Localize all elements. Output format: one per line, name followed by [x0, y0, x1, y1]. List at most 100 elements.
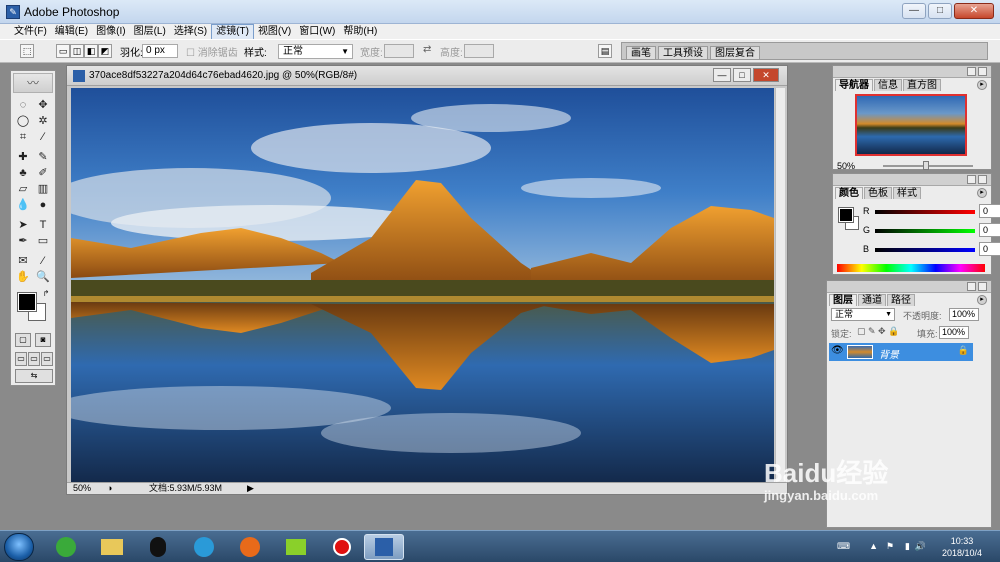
minimize-button[interactable]: — — [902, 3, 926, 19]
menu-layer[interactable]: 图层(L) — [130, 25, 170, 39]
healing-brush-icon[interactable]: ✚ — [15, 149, 31, 165]
pen-tool-icon[interactable]: ✒ — [15, 233, 31, 249]
app-360-icon[interactable] — [46, 534, 86, 560]
green-value[interactable]: 0 — [979, 223, 1000, 237]
image-canvas[interactable] — [71, 88, 774, 483]
notes-tool-icon[interactable]: ✉ — [15, 253, 31, 269]
video-app-icon[interactable] — [276, 534, 316, 560]
menu-select[interactable]: 选择(S) — [170, 25, 211, 39]
navigator-zoom[interactable]: 50% — [837, 161, 855, 171]
panel-close-icon[interactable] — [978, 282, 987, 291]
width-input[interactable] — [384, 44, 414, 58]
tab-info[interactable]: 信息 — [874, 79, 902, 91]
brush-tool-icon[interactable]: ✎ — [35, 149, 51, 165]
layer-row-background[interactable]: 👁 背景 🔒 — [829, 343, 973, 361]
menu-window[interactable]: 窗口(W) — [295, 25, 339, 39]
photoshop-taskbar-icon[interactable] — [364, 534, 404, 560]
panel-minimize-icon[interactable] — [967, 175, 976, 184]
eyedropper-icon[interactable]: ⁄ — [35, 253, 51, 269]
tab-brushes[interactable]: 画笔 — [626, 46, 656, 59]
opacity-input[interactable]: 100% — [949, 308, 979, 321]
tab-navigator[interactable]: 导航器 — [835, 79, 873, 91]
zoom-level[interactable]: 50% — [73, 483, 91, 494]
panel-menu-icon[interactable]: ▸ — [977, 295, 987, 305]
menu-image[interactable]: 图像(I) — [92, 25, 129, 39]
fill-input[interactable]: 100% — [939, 326, 969, 339]
panel-close-icon[interactable] — [978, 175, 987, 184]
standard-mode-button[interactable]: ▢ — [15, 333, 31, 347]
history-brush-icon[interactable]: ✐ — [35, 165, 51, 181]
antialias-checkbox[interactable]: ☐ 消除锯齿 — [186, 44, 238, 59]
blend-mode-select[interactable]: 正常 ▼ — [831, 308, 895, 321]
status-icon[interactable]: ◑ — [107, 483, 112, 494]
subtract-selection-icon[interactable]: ◧ — [84, 44, 98, 58]
zoom-tool-icon[interactable]: 🔍 — [35, 269, 51, 285]
path-select-icon[interactable]: ➤ — [15, 217, 31, 233]
maximize-button[interactable]: □ — [928, 3, 952, 19]
doc-close-button[interactable]: ✕ — [753, 68, 779, 82]
panel-menu-icon[interactable]: ▸ — [977, 188, 987, 198]
foreground-color-swatch[interactable] — [17, 292, 37, 312]
magic-wand-icon[interactable]: ✲ — [35, 113, 51, 129]
gradient-tool-icon[interactable]: ▥ — [35, 181, 51, 197]
tab-paths[interactable]: 路径 — [887, 294, 915, 306]
tab-color[interactable]: 颜色 — [835, 187, 863, 199]
lasso-tool-icon[interactable]: ◯ — [15, 113, 31, 129]
swap-colors-icon[interactable]: ↱ — [41, 289, 51, 299]
menu-filter[interactable]: 滤镜(T) — [211, 23, 254, 40]
tab-channels[interactable]: 通道 — [858, 294, 886, 306]
navigator-slider-handle[interactable] — [923, 161, 929, 170]
panel-minimize-icon[interactable] — [967, 67, 976, 76]
qq-icon[interactable] — [138, 534, 178, 560]
vertical-scrollbar[interactable] — [775, 88, 785, 483]
menu-help[interactable]: 帮助(H) — [339, 25, 381, 39]
firefox-icon[interactable] — [230, 534, 270, 560]
shape-tool-icon[interactable]: ▭ — [35, 233, 51, 249]
clock[interactable]: 10:33 2018/10/4 — [934, 535, 990, 559]
swap-icon[interactable]: ⇄ — [423, 44, 431, 55]
lock-icons[interactable]: ▢ ✎ ✥ 🔒 — [857, 326, 899, 337]
hand-tool-icon[interactable]: ✋ — [15, 269, 31, 285]
start-button[interactable] — [4, 533, 34, 561]
jump-to-imageready-icon[interactable]: ⇆ — [15, 369, 53, 383]
tray-keyboard-icon[interactable]: ⌨ — [837, 541, 850, 552]
panel-menu-icon[interactable]: ▸ — [977, 80, 987, 90]
eye-icon[interactable]: 👁 — [831, 345, 844, 356]
palette-well-icon[interactable]: ▤ — [598, 44, 612, 58]
marquee-tool-icon[interactable]: ◌ — [15, 97, 31, 113]
navigator-thumbnail[interactable] — [855, 94, 967, 156]
screen-mode-standard[interactable]: ▭ — [15, 352, 27, 366]
tab-histogram[interactable]: 直方图 — [903, 79, 941, 91]
tab-styles[interactable]: 样式 — [893, 187, 921, 199]
tab-tool-presets[interactable]: 工具预设 — [658, 46, 708, 59]
clone-stamp-icon[interactable]: ♣ — [15, 165, 31, 181]
screen-mode-full-menu[interactable]: ▭ — [28, 352, 40, 366]
tray-chevron-icon[interactable]: ▲ — [869, 541, 878, 551]
quick-mask-button[interactable]: ◙ — [35, 333, 51, 347]
status-menu-icon[interactable]: ▶ — [247, 483, 254, 494]
explorer-icon[interactable] — [92, 534, 132, 560]
tab-layer-comps[interactable]: 图层复合 — [710, 46, 760, 59]
eraser-tool-icon[interactable]: ▱ — [15, 181, 31, 197]
panel-close-icon[interactable] — [978, 67, 987, 76]
crop-tool-icon[interactable]: ⌗ — [15, 129, 31, 145]
record-icon[interactable] — [322, 534, 362, 560]
marquee-tool-preset-icon[interactable]: ⬚ — [20, 44, 34, 58]
tray-flag-icon[interactable]: ⚑ — [886, 541, 894, 552]
type-tool-icon[interactable]: T — [35, 217, 51, 233]
close-button[interactable]: ✕ — [954, 3, 994, 19]
new-selection-icon[interactable]: ▭ — [56, 44, 70, 58]
intersect-selection-icon[interactable]: ◩ — [98, 44, 112, 58]
layer-name[interactable]: 背景 — [879, 346, 899, 361]
blur-tool-icon[interactable]: 💧 — [15, 197, 31, 213]
blue-bar[interactable] — [875, 248, 975, 252]
tab-layers[interactable]: 图层 — [829, 294, 857, 306]
tray-volume-icon[interactable]: 🔊 — [915, 541, 926, 552]
doc-minimize-button[interactable]: — — [713, 68, 731, 82]
move-tool-icon[interactable]: ✥ — [35, 97, 51, 113]
panel-minimize-icon[interactable] — [967, 282, 976, 291]
height-input[interactable] — [464, 44, 494, 58]
tray-network-icon[interactable]: ▮ — [905, 541, 910, 552]
red-bar[interactable] — [875, 210, 975, 214]
color-fg-swatch[interactable] — [838, 207, 854, 223]
